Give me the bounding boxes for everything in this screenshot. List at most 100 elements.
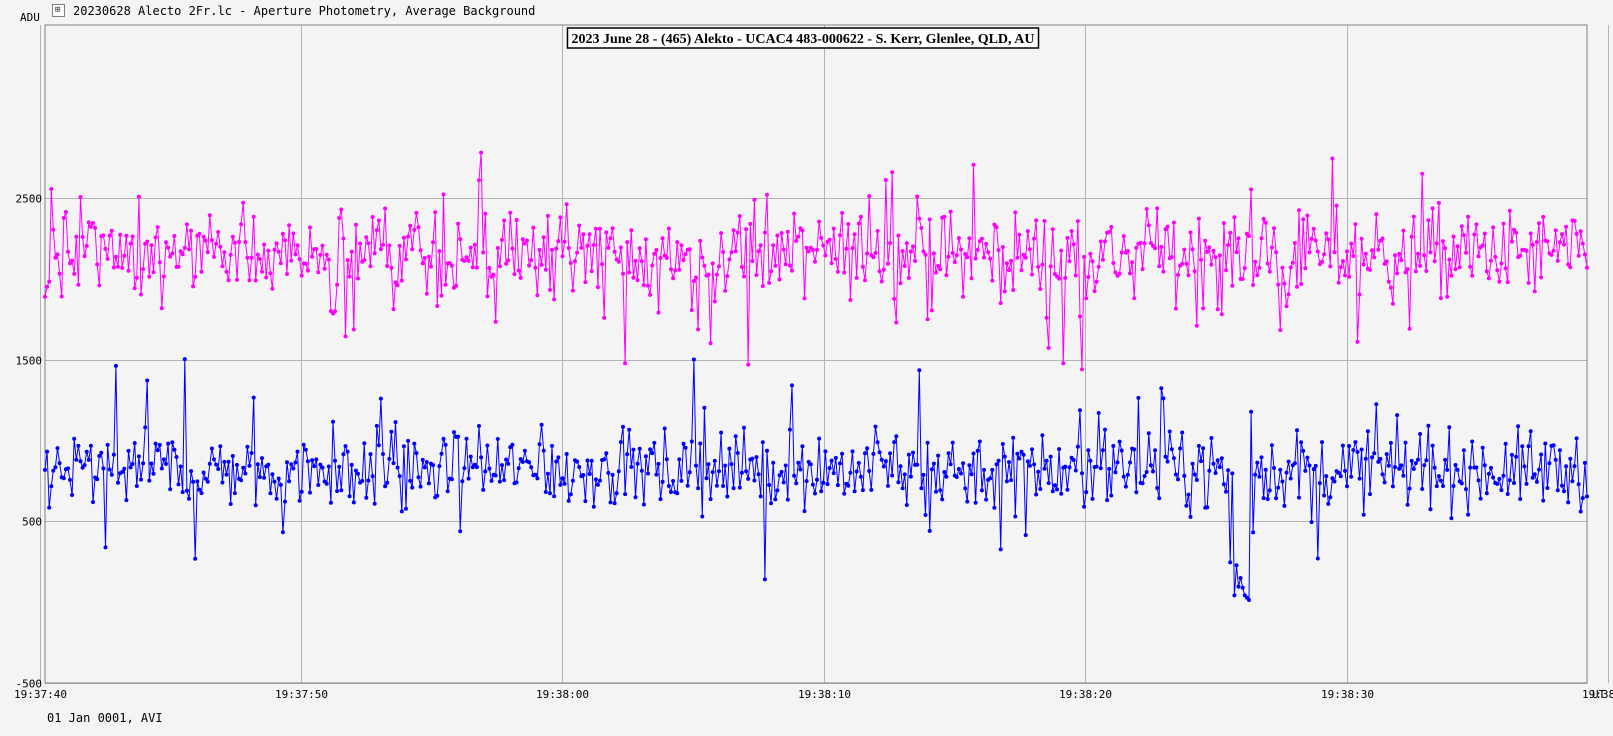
data-point [1075, 219, 1080, 224]
data-point [1288, 265, 1293, 270]
data-point [854, 469, 859, 474]
data-point [1555, 258, 1560, 263]
data-point [894, 320, 899, 325]
data-point [735, 230, 740, 235]
data-point [1213, 471, 1218, 475]
data-point [840, 211, 845, 215]
data-point [819, 489, 824, 494]
data-point [1328, 264, 1333, 269]
data-point [1324, 474, 1329, 479]
data-point [1418, 432, 1423, 436]
data-point [141, 267, 146, 272]
data-point [497, 479, 502, 484]
data-point [1436, 474, 1441, 479]
data-point [1301, 448, 1306, 453]
data-point [1159, 386, 1164, 391]
data-point [272, 479, 277, 484]
data-point [1111, 261, 1116, 265]
data-point [1107, 466, 1112, 471]
data-point [1224, 489, 1228, 494]
data-point [1038, 287, 1043, 291]
data-point [1420, 171, 1425, 176]
data-point [1489, 258, 1493, 263]
data-point [161, 457, 166, 462]
data-point [1580, 241, 1585, 246]
data-point [762, 577, 767, 582]
data-point [658, 256, 663, 260]
data-point [1263, 467, 1268, 472]
data-point [337, 216, 342, 220]
data-point [585, 458, 590, 463]
data-point [414, 210, 419, 215]
data-point [984, 497, 989, 502]
data-point [1046, 481, 1051, 486]
data-point [1015, 451, 1020, 456]
data-point [1532, 472, 1537, 477]
data-point [577, 223, 582, 228]
data-point [785, 229, 790, 234]
data-point [257, 475, 262, 480]
data-point [942, 214, 947, 219]
data-point [105, 442, 110, 447]
data-point [1226, 468, 1231, 473]
data-point [1230, 471, 1235, 476]
data-point [1509, 452, 1514, 457]
data-point [1257, 265, 1262, 270]
data-point [149, 461, 154, 466]
data-point [199, 491, 204, 496]
data-point [1514, 230, 1519, 235]
data-point [646, 283, 650, 288]
data-point [1357, 476, 1362, 481]
data-point [372, 251, 377, 256]
data-point [817, 219, 822, 224]
data-point [1284, 304, 1289, 309]
data-point [1384, 452, 1389, 457]
data-point [944, 273, 949, 278]
data-point [1232, 593, 1237, 598]
data-point [742, 274, 746, 279]
data-point [66, 249, 70, 254]
data-point [305, 459, 310, 464]
light-curve-chart[interactable]: 19:37:40 19:37:50 19:38:00 19:38:10 19:38:20… [0, 0, 1613, 736]
data-point [1497, 476, 1502, 481]
data-point [1478, 496, 1483, 501]
data-point [1539, 275, 1544, 280]
data-point [468, 454, 473, 459]
data-point [1562, 489, 1566, 494]
data-point [45, 449, 50, 454]
data-point [401, 235, 406, 240]
data-point [852, 232, 857, 237]
data-point [101, 233, 106, 238]
data-point [109, 472, 114, 477]
data-point [477, 424, 481, 428]
data-point [915, 462, 920, 467]
data-point [1242, 266, 1247, 271]
data-point [1234, 250, 1239, 255]
data-point [1553, 457, 1558, 462]
data-point [723, 463, 728, 468]
data-point [458, 237, 463, 242]
data-point [353, 222, 358, 227]
data-point [900, 486, 905, 491]
data-point [339, 488, 344, 493]
data-point [1136, 395, 1141, 400]
data-point [1078, 314, 1082, 319]
data-point [1297, 208, 1301, 213]
data-point [625, 452, 630, 457]
data-point [76, 443, 81, 448]
data-point [1046, 345, 1051, 350]
data-point [399, 278, 404, 283]
data-point [314, 457, 319, 462]
data-point [1380, 472, 1385, 477]
data-point [493, 319, 498, 324]
data-point [437, 249, 442, 254]
data-point [865, 446, 870, 451]
data-point [652, 440, 657, 445]
data-point [1240, 585, 1245, 590]
data-point [504, 457, 509, 462]
data-point [180, 252, 185, 257]
data-point [147, 478, 152, 483]
data-point [214, 462, 219, 467]
data-point [1255, 273, 1260, 278]
data-point [128, 465, 133, 470]
